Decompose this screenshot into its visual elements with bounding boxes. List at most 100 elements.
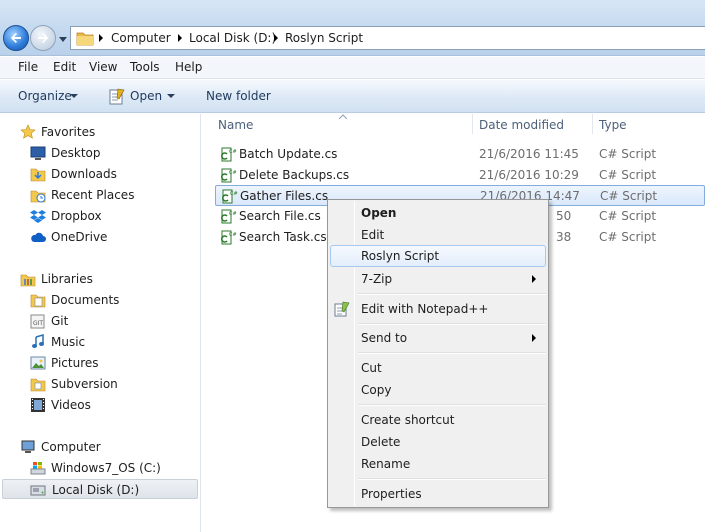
nav-item-onedrive[interactable]: OneDrive [0,227,200,247]
column-divider[interactable] [472,114,473,134]
nav-item-videos[interactable]: Videos [0,395,200,415]
file-row[interactable]: C# Batch Update.cs 21/6/2016 11:45 C# Sc… [215,144,705,165]
menu-help[interactable]: Help [175,60,202,74]
nav-favorites-label: Favorites [41,125,96,139]
organize-button[interactable]: Organize [18,89,72,103]
nav-item-dropbox[interactable]: Dropbox [0,206,200,226]
context-edit-notepadpp[interactable]: Edit with Notepad++ [330,298,546,320]
documents-icon [30,294,46,308]
context-cut[interactable]: Cut [330,357,546,379]
nav-item-local-disk[interactable]: Local Disk (D:) [2,479,198,499]
context-roslyn-label: Roslyn Script [361,249,440,263]
nav-item-desktop[interactable]: Desktop [0,143,200,163]
folder-icon [76,32,94,46]
onedrive-cloud-icon [31,232,46,242]
open-dropdown-icon[interactable] [167,94,175,98]
context-open[interactable]: Open [330,202,546,224]
nav-item-recent-places[interactable]: Recent Places [0,185,200,205]
column-header-type[interactable]: Type [599,118,627,132]
arrow-right-icon [38,32,49,43]
chevron-right-icon[interactable] [98,34,104,42]
nav-item-label: Downloads [51,167,117,181]
context-copy[interactable]: Copy [330,379,546,401]
desktop-icon [30,146,46,160]
context-create-shortcut[interactable]: Create shortcut [330,409,546,431]
context-delete[interactable]: Delete [330,431,546,453]
column-divider[interactable] [592,114,593,134]
menu-tools[interactable]: Tools [130,60,160,74]
address-bar-region: Computer Local Disk (D:) Roslyn Script [0,0,705,56]
context-rename[interactable]: Rename [330,453,546,475]
context-create-shortcut-label: Create shortcut [361,413,455,427]
new-folder-button[interactable]: New folder [206,89,271,103]
menu-separator [358,478,546,480]
file-date: 21/6/2016 11:45 [479,147,579,161]
nav-item-documents[interactable]: Documents [0,290,200,310]
recent-places-icon [30,190,46,203]
column-header-name[interactable]: Name [218,118,253,132]
nav-item-pictures[interactable]: Pictures [0,353,200,373]
menu-edit[interactable]: Edit [53,60,76,74]
svg-text:C#: C# [230,191,238,197]
nav-item-label: Recent Places [51,188,135,202]
file-name: Gather Files.cs [240,189,329,203]
organize-dropdown-icon[interactable] [70,94,78,98]
submenu-arrow-icon [532,275,536,283]
breadcrumb-computer[interactable]: Computer [111,31,171,45]
sort-ascending-icon [339,114,347,119]
file-row[interactable]: C# Delete Backups.cs 21/6/2016 10:29 C# … [215,165,705,186]
file-name: Batch Update.cs [239,147,338,161]
svg-text:C#: C# [229,170,237,176]
nav-item-label: Windows7_OS (C:) [51,461,161,475]
file-type: C# Script [599,147,657,161]
nav-item-label: Music [51,335,86,349]
breadcrumb-roslyn-script[interactable]: Roslyn Script [285,31,363,45]
chevron-right-icon[interactable] [177,34,183,42]
nav-libraries[interactable]: Libraries [0,269,200,289]
libraries-icon [20,274,36,287]
git-folder-icon: GIT [30,314,45,329]
nav-item-windows7-os[interactable]: Windows7_OS (C:) [0,458,200,478]
arrow-left-icon [10,32,21,43]
hard-drive-icon [30,485,46,496]
back-button[interactable] [3,25,29,51]
address-field[interactable]: Computer Local Disk (D:) Roslyn Script [70,26,705,50]
nav-item-label: OneDrive [51,230,108,244]
nav-item-label: Pictures [51,356,99,370]
menu-separator [358,352,546,354]
nav-favorites[interactable]: Favorites [0,122,200,142]
menu-view[interactable]: View [89,60,117,74]
menu-file[interactable]: File [18,60,38,74]
nav-computer[interactable]: Computer [0,437,200,457]
context-7zip-label: 7-Zip [361,272,393,286]
nav-item-subversion[interactable]: Subversion [0,374,200,394]
file-type: C# Script [599,230,657,244]
notepad-plus-plus-icon [334,301,350,317]
svg-text:C#: C# [229,211,237,217]
context-edit[interactable]: Edit [330,224,546,246]
forward-button[interactable] [30,25,56,51]
nav-item-label: Local Disk (D:) [52,483,140,497]
navigation-pane: Favorites Desktop Downloads Recent Place… [0,114,201,532]
context-properties[interactable]: Properties [330,483,546,505]
chevron-down-icon [59,37,67,42]
file-type: C# Script [599,168,657,182]
context-delete-label: Delete [361,435,401,449]
context-roslyn-script[interactable]: Roslyn Script [330,245,546,267]
nav-item-downloads[interactable]: Downloads [0,164,200,184]
nav-libraries-label: Libraries [41,272,93,286]
open-button[interactable]: Open [130,89,162,103]
svg-text:C#: C# [229,232,237,238]
context-open-label: Open [361,206,397,220]
nav-item-label: Dropbox [51,209,102,223]
breadcrumb-local-disk[interactable]: Local Disk (D:) [189,31,276,45]
chevron-right-icon[interactable] [273,34,279,42]
file-name: Search Task.cs [239,230,327,244]
context-send-to[interactable]: Send to [330,327,546,349]
column-header-date[interactable]: Date modified [479,118,564,132]
nav-item-music[interactable]: Music [0,332,200,352]
recent-pages-button[interactable] [58,33,68,43]
context-7zip[interactable]: 7-Zip [330,268,546,290]
subversion-folder-icon [30,378,46,392]
nav-item-git[interactable]: GIT Git [0,311,200,331]
